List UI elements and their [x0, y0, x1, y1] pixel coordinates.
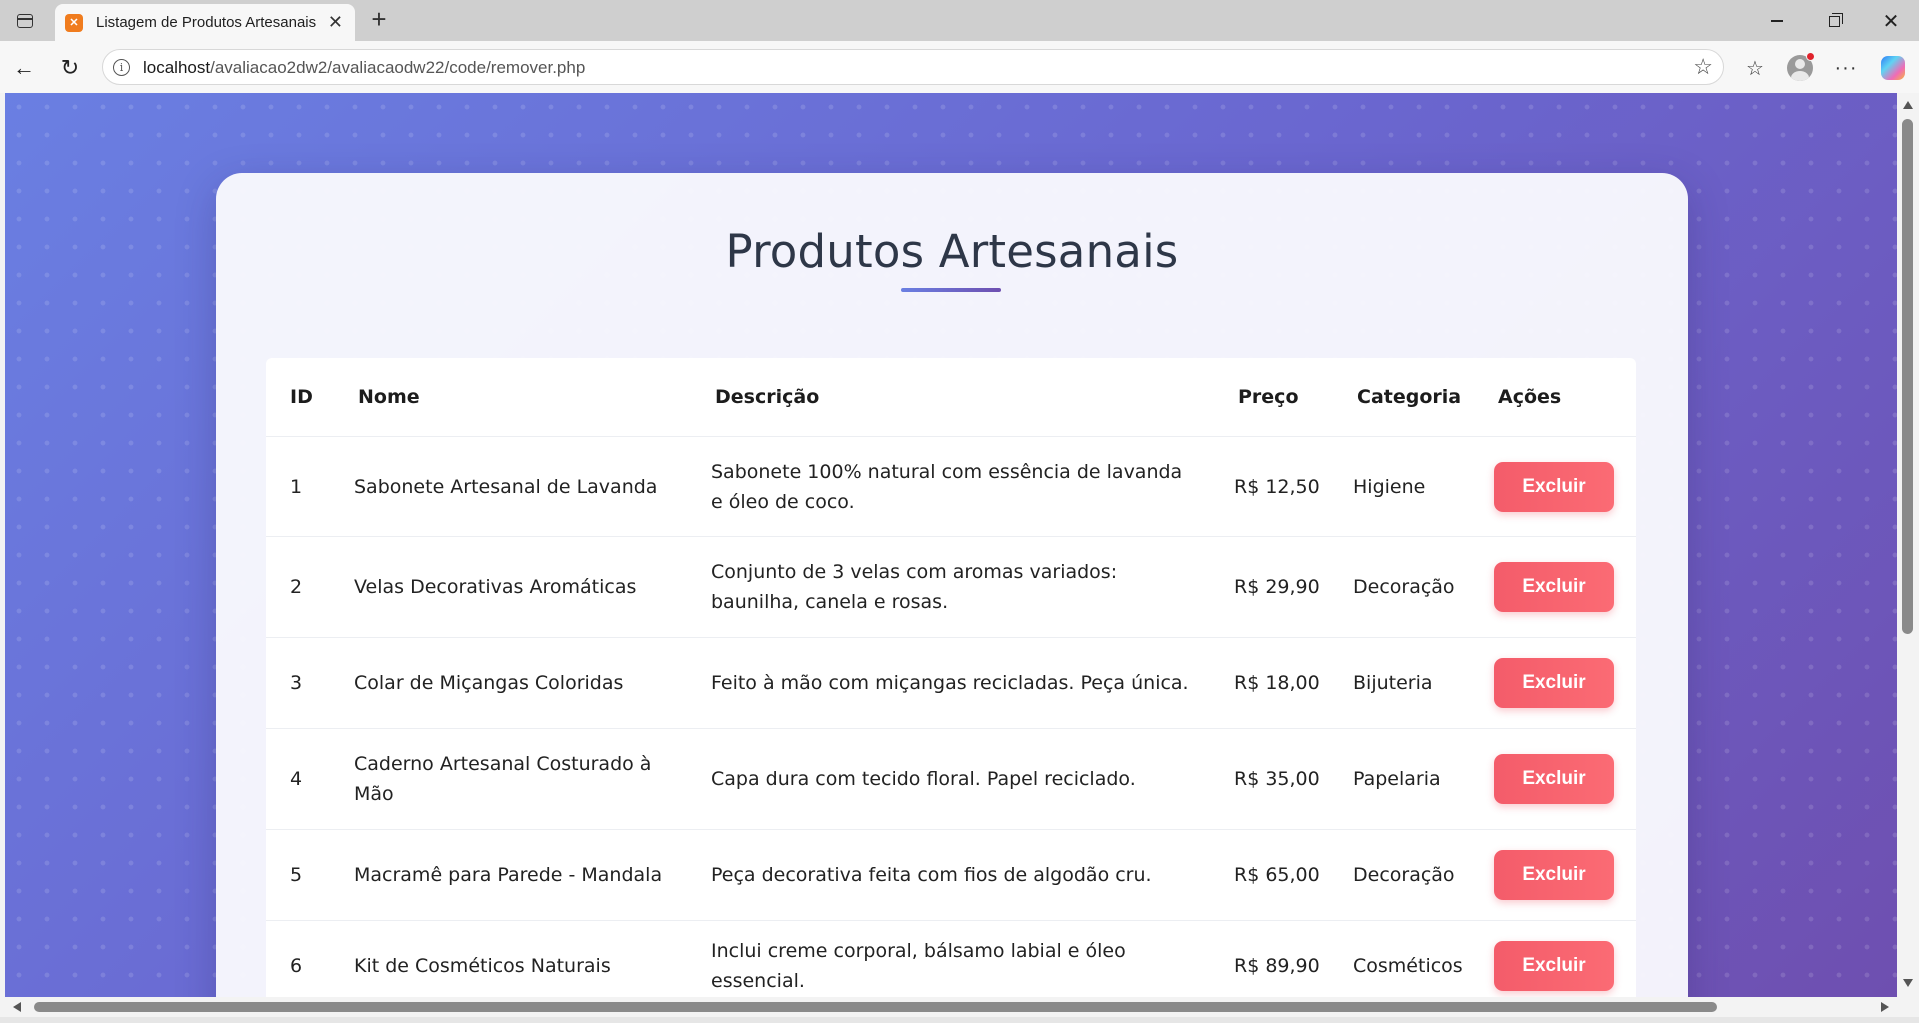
- cell-price: R$ 35,00: [1234, 768, 1320, 790]
- header-description: Descrição: [715, 386, 820, 408]
- minimize-icon[interactable]: [1762, 8, 1792, 34]
- back-arrow-icon[interactable]: ←: [9, 53, 39, 83]
- cell-id: 3: [290, 672, 303, 694]
- address-bar[interactable]: i localhost/avaliacao2dw2/avaliacaodw22/…: [102, 49, 1724, 85]
- page-title: Produtos Artesanais: [725, 225, 1179, 278]
- cell-description: Peça decorativa feita com fios de algodã…: [711, 864, 1152, 886]
- delete-button[interactable]: Excluir: [1494, 850, 1614, 900]
- cell-price: R$ 29,90: [1234, 576, 1320, 598]
- profile-avatar-icon[interactable]: [1786, 52, 1815, 82]
- cell-id: 1: [290, 475, 303, 498]
- page-viewport: Produtos Artesanais ID Nome Descrição Pr…: [5, 93, 1897, 997]
- close-window-icon[interactable]: ✕: [1876, 8, 1906, 34]
- cell-price: R$ 18,00: [1234, 672, 1320, 694]
- browser-tab-bar: ✕ Listagem de Produtos Artesanais ✕ + ✕: [0, 0, 1919, 41]
- window-bottom-edge: [0, 1017, 1919, 1023]
- cell-name: Sabonete Artesanal de Lavanda: [354, 475, 658, 498]
- title-underline: [901, 288, 1001, 292]
- scroll-left-icon[interactable]: [13, 1002, 21, 1012]
- scroll-down-icon[interactable]: [1903, 979, 1913, 987]
- favorites-icon[interactable]: ☆: [1741, 54, 1769, 82]
- cell-name: Velas Decorativas Aromáticas: [354, 576, 637, 598]
- delete-button[interactable]: Excluir: [1494, 658, 1614, 708]
- reload-icon[interactable]: ↻: [55, 53, 85, 83]
- header-name: Nome: [358, 386, 420, 408]
- products-table: ID Nome Descrição Preço Categoria Ações …: [266, 358, 1636, 997]
- cell-id: 4: [290, 768, 303, 790]
- cell-description: Conjunto de 3 velas com aromas variados:…: [711, 561, 1118, 613]
- horizontal-scrollbar[interactable]: [5, 997, 1897, 1017]
- browser-toolbar: ← ↻ i localhost/avaliacao2dw2/avaliacaod…: [0, 41, 1919, 93]
- header-category: Categoria: [1357, 386, 1462, 408]
- table-row: 1 Sabonete Artesanal de Lavanda Sabonete…: [266, 436, 1636, 536]
- new-tab-icon[interactable]: +: [364, 6, 394, 34]
- cell-category: Papelaria: [1353, 768, 1441, 790]
- copilot-icon[interactable]: [1879, 54, 1907, 82]
- scroll-up-icon[interactable]: [1903, 101, 1913, 109]
- xampp-icon: ✕: [65, 13, 83, 32]
- close-tab-icon[interactable]: ✕: [328, 12, 343, 32]
- tab-title: Listagem de Produtos Artesanais: [96, 14, 317, 31]
- delete-button[interactable]: Excluir: [1494, 941, 1614, 991]
- header-id: ID: [290, 386, 313, 408]
- cell-category: Bijuteria: [1353, 672, 1433, 694]
- table-row: 5 Macramê para Parede - Mandala Peça dec…: [266, 829, 1636, 920]
- cell-description: Feito à mão com miçangas recicladas. Peç…: [711, 672, 1189, 694]
- delete-button[interactable]: Excluir: [1494, 562, 1614, 612]
- cell-id: 5: [290, 864, 303, 886]
- star-icon[interactable]: ☆: [1693, 54, 1713, 80]
- sidebar-toggle-icon[interactable]: [10, 8, 40, 34]
- info-icon[interactable]: i: [113, 59, 130, 76]
- table-header: ID Nome Descrição Preço Categoria Ações: [266, 358, 1636, 436]
- cell-description: Sabonete 100% natural com essência de la…: [711, 460, 1183, 513]
- delete-button[interactable]: Excluir: [1494, 754, 1614, 804]
- horizontal-scroll-thumb[interactable]: [34, 1002, 1717, 1012]
- cell-id: 6: [290, 955, 303, 977]
- scroll-right-icon[interactable]: [1881, 1002, 1889, 1012]
- cell-price: R$ 12,50: [1234, 475, 1320, 498]
- cell-id: 2: [290, 576, 303, 598]
- browser-tab[interactable]: ✕ Listagem de Produtos Artesanais ✕: [55, 4, 355, 41]
- header-actions: Ações: [1498, 386, 1562, 408]
- cell-description: Capa dura com tecido floral. Papel recic…: [711, 768, 1136, 790]
- table-row: 3 Colar de Miçangas Coloridas Feito à mã…: [266, 637, 1636, 728]
- table-row: 4 Caderno Artesanal Costurado à Mão Capa…: [266, 728, 1636, 829]
- table-row: 2 Velas Decorativas Aromáticas Conjunto …: [266, 536, 1636, 637]
- cell-price: R$ 65,00: [1234, 864, 1320, 886]
- cell-description: Inclui creme corporal, bálsamo labial e …: [711, 940, 1126, 992]
- restore-icon[interactable]: [1819, 8, 1849, 34]
- cell-category: Decoração: [1353, 576, 1455, 598]
- cell-price: R$ 89,90: [1234, 955, 1320, 977]
- content-card: Produtos Artesanais ID Nome Descrição Pr…: [216, 173, 1688, 997]
- cell-category: Cosméticos: [1353, 955, 1463, 977]
- cell-category: Decoração: [1353, 864, 1455, 886]
- more-options-icon[interactable]: ···: [1832, 54, 1860, 82]
- cell-category: Higiene: [1353, 475, 1426, 498]
- cell-name: Caderno Artesanal Costurado à Mão: [354, 753, 652, 805]
- delete-button[interactable]: Excluir: [1494, 461, 1614, 512]
- cell-name: Colar de Miçangas Coloridas: [354, 672, 624, 694]
- header-price: Preço: [1238, 386, 1299, 408]
- cell-name: Macramê para Parede - Mandala: [354, 864, 663, 886]
- table-row: 6 Kit de Cosméticos Naturais Inclui crem…: [266, 920, 1636, 997]
- vertical-scrollbar[interactable]: [1897, 93, 1919, 997]
- url-text[interactable]: localhost/avaliacao2dw2/avaliacaodw22/co…: [143, 58, 585, 78]
- vertical-scroll-thumb[interactable]: [1902, 119, 1913, 634]
- cell-name: Kit de Cosméticos Naturais: [354, 955, 611, 977]
